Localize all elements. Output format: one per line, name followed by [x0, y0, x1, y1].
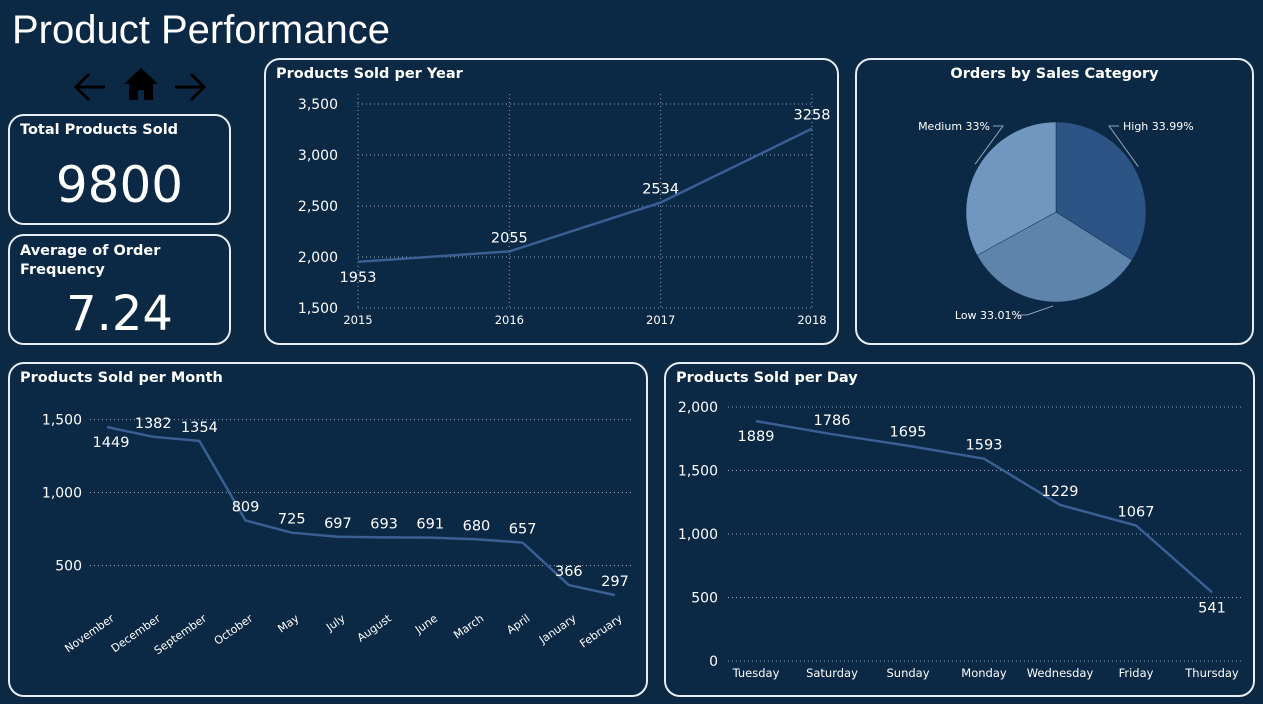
series-line [357, 127, 813, 264]
data-label: 2534 [642, 182, 679, 198]
y-tick-label: 0 [709, 654, 718, 670]
y-tick-label: 500 [691, 591, 718, 607]
y-tick-label: 1,000 [678, 527, 718, 543]
page-title: Product Performance [12, 8, 390, 52]
home-icon[interactable] [122, 62, 160, 108]
sales-category-card: Orders by Sales Category High 33.99% Low … [855, 58, 1254, 345]
x-tick-label: 2016 [495, 313, 524, 327]
y-tick-label: 3,500 [298, 97, 338, 113]
total-products-label: Total Products Sold [20, 122, 179, 138]
data-label: 657 [509, 522, 537, 538]
y-tick-label: 500 [55, 559, 82, 575]
x-tick-label: Sunday [886, 666, 929, 680]
data-label: 3258 [794, 108, 831, 124]
data-label: 680 [463, 518, 491, 534]
products-per-month-chart: 5001,0001,500NovemberDecemberSeptember Oc… [42, 413, 632, 658]
data-label: 1786 [814, 413, 851, 429]
x-tick-label: Saturday [806, 666, 858, 680]
data-label: 1229 [1042, 484, 1079, 500]
x-tick-label: 2018 [797, 313, 826, 327]
data-label: 1953 [340, 270, 377, 286]
arrow-right-icon[interactable] [172, 62, 208, 108]
pie-leader-line [1017, 305, 1054, 316]
y-tick-label: 1,500 [42, 413, 82, 429]
x-tick-label: September [152, 612, 210, 658]
data-label: 691 [416, 517, 444, 533]
data-label: 541 [1198, 600, 1226, 616]
y-tick-label: 2,500 [298, 199, 338, 215]
x-tick-label: July [323, 612, 348, 635]
y-tick-label: 2,000 [678, 400, 718, 416]
x-tick-label: March [451, 612, 486, 642]
sales-category-chart: High 33.99% Low 33.01% Medium 33% [918, 120, 1194, 322]
x-tick-label: May [275, 612, 301, 636]
x-tick-label: 2015 [343, 313, 372, 327]
total-products-card: Total Products Sold 9800 [8, 114, 231, 225]
products-per-day-chart: 0 500 1,000 1,500 2,000 Tuesday Saturday Sunday… [678, 400, 1242, 680]
x-tick-label: Friday [1119, 666, 1154, 680]
products-per-day-card: Products Sold per Day 0 500 1,000 1,500 2,00… [664, 362, 1255, 697]
data-label: 366 [555, 564, 583, 580]
avg-order-frequency-value: 7.24 [66, 286, 173, 342]
y-tick-label: 1,000 [42, 486, 82, 502]
data-label: 693 [370, 516, 398, 532]
y-tick-label: 1,500 [298, 301, 338, 317]
data-label: 1593 [966, 438, 1003, 454]
data-label: 1695 [890, 425, 927, 441]
x-tick-label: August [355, 611, 395, 644]
data-label: 1354 [181, 420, 218, 436]
pie-label: Medium 33% [918, 120, 990, 133]
x-tick-label: Monday [961, 666, 1007, 680]
data-label: 297 [601, 574, 629, 590]
x-tick-label: November [62, 612, 117, 656]
data-label: 697 [324, 516, 352, 532]
total-products-value: 9800 [55, 156, 184, 214]
y-tick-label: 2,000 [298, 250, 338, 266]
avg-order-frequency-label: Average of Order Frequency [20, 243, 161, 278]
y-tick-label: 1,500 [678, 464, 718, 480]
data-label: 1449 [93, 435, 130, 451]
data-label: 725 [278, 512, 306, 528]
pie-label: High 33.99% [1123, 120, 1194, 133]
x-tick-label: April [504, 612, 532, 637]
data-label: 1889 [738, 429, 775, 445]
x-tick-label: February [577, 612, 625, 651]
x-tick-label: Tuesday [732, 666, 780, 680]
series-line [106, 425, 616, 597]
arrow-left-icon[interactable] [72, 62, 108, 108]
data-label: 2055 [491, 230, 528, 246]
data-label: 809 [232, 499, 260, 515]
avg-order-frequency-card: Average of Order Frequency 7.24 [8, 234, 231, 345]
x-tick-label: January [536, 612, 579, 647]
products-per-year-chart: 1,500 2,000 2,500 3,000 3,500 2015 2016 2017 201… [298, 94, 831, 327]
x-tick-label: 2017 [646, 313, 675, 327]
data-label: 1067 [1118, 504, 1155, 520]
x-tick-label: June [412, 612, 440, 637]
products-per-month-card: Products Sold per Month 500 1,000 1,500 Nov… [8, 362, 648, 697]
x-tick-label: Thursday [1184, 666, 1239, 680]
x-tick-label: October [212, 612, 256, 648]
products-per-year-card: Products Sold per Year 1,500 2,000 2,500 3,… [264, 58, 839, 345]
navigation-bar [72, 62, 208, 108]
y-tick-label: 3,000 [298, 148, 338, 164]
x-tick-label: Wednesday [1027, 666, 1094, 680]
data-label: 1382 [135, 416, 172, 432]
pie-label: Low 33.01% [955, 309, 1022, 322]
